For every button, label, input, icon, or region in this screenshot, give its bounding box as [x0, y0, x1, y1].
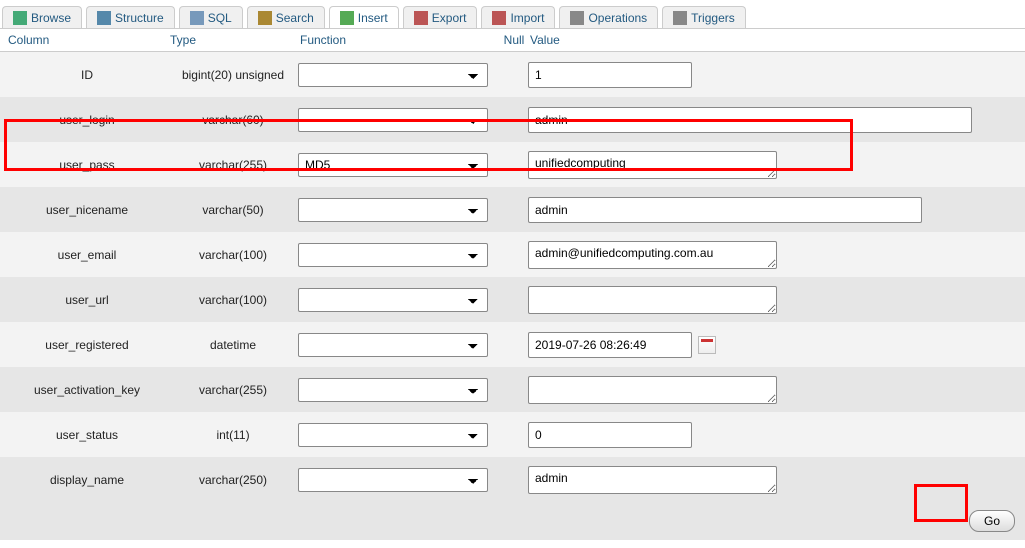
- column-type: varchar(100): [168, 293, 298, 307]
- column-type: varchar(60): [168, 113, 298, 127]
- value-cell: admin@unifiedcomputing.com.au: [528, 241, 1019, 269]
- structure-icon: [97, 11, 111, 25]
- value-input[interactable]: unifiedcomputing: [528, 151, 777, 179]
- value-cell: [528, 422, 1019, 448]
- triggers-icon: [673, 11, 687, 25]
- value-input[interactable]: [528, 62, 692, 88]
- calendar-icon[interactable]: [698, 336, 716, 354]
- tab-label: Import: [510, 11, 544, 25]
- tab-label: Search: [276, 11, 314, 25]
- value-input[interactable]: [528, 286, 777, 314]
- column-type: varchar(255): [168, 383, 298, 397]
- header-type: Type: [170, 33, 300, 47]
- table-row: IDbigint(20) unsigned: [0, 52, 1025, 97]
- tab-operations[interactable]: Operations: [559, 6, 658, 29]
- value-cell: [528, 286, 1019, 314]
- column-name: user_status: [6, 428, 168, 442]
- function-select[interactable]: [298, 423, 488, 447]
- column-name: user_activation_key: [6, 383, 168, 397]
- table-row: user_registereddatetime: [0, 322, 1025, 367]
- tab-insert[interactable]: Insert: [329, 6, 399, 29]
- table-header: Column Type Function Null Value: [0, 29, 1025, 52]
- function-select[interactable]: [298, 288, 488, 312]
- column-name: user_login: [6, 113, 168, 127]
- header-value: Value: [530, 33, 1019, 47]
- table-row: user_passvarchar(255)MD5 unifiedcomputing: [0, 142, 1025, 187]
- export-icon: [414, 11, 428, 25]
- tab-label: Triggers: [691, 11, 735, 25]
- table-row: display_namevarchar(250) admin: [0, 457, 1025, 502]
- column-name: display_name: [6, 473, 168, 487]
- value-input[interactable]: [528, 197, 922, 223]
- column-name: ID: [6, 68, 168, 82]
- table-row: user_loginvarchar(60): [0, 97, 1025, 142]
- form-footer: Go: [0, 502, 1025, 540]
- value-cell: admin: [528, 466, 1019, 494]
- tab-label: Structure: [115, 11, 164, 25]
- tab-label: Insert: [358, 11, 388, 25]
- table-row: user_nicenamevarchar(50): [0, 187, 1025, 232]
- import-icon: [492, 11, 506, 25]
- tab-structure[interactable]: Structure: [86, 6, 175, 29]
- browse-icon: [13, 11, 27, 25]
- table-row: user_statusint(11): [0, 412, 1025, 457]
- header-null: Null: [498, 33, 530, 47]
- function-select[interactable]: [298, 198, 488, 222]
- tabs-bar: Browse Structure SQL Search Insert Export Impo…: [0, 0, 1025, 29]
- table-row: user_emailvarchar(100) admin@unifiedcompu…: [0, 232, 1025, 277]
- column-type: varchar(255): [168, 158, 298, 172]
- value-input[interactable]: [528, 422, 692, 448]
- tab-label: Browse: [31, 11, 71, 25]
- value-cell: [528, 107, 1019, 133]
- insert-icon: [340, 11, 354, 25]
- function-select[interactable]: [298, 333, 488, 357]
- column-name: user_nicename: [6, 203, 168, 217]
- function-select[interactable]: [298, 63, 488, 87]
- tab-label: Operations: [588, 11, 647, 25]
- sql-icon: [190, 11, 204, 25]
- column-type: datetime: [168, 338, 298, 352]
- tab-sql[interactable]: SQL: [179, 6, 243, 29]
- function-select[interactable]: [298, 468, 488, 492]
- column-type: int(11): [168, 428, 298, 442]
- tab-export[interactable]: Export: [403, 6, 478, 29]
- go-button[interactable]: Go: [969, 510, 1015, 532]
- value-cell: unifiedcomputing: [528, 151, 1019, 179]
- value-cell: [528, 62, 1019, 88]
- tab-triggers[interactable]: Triggers: [662, 6, 746, 29]
- tab-label: SQL: [208, 11, 232, 25]
- value-cell: [528, 197, 1019, 223]
- table-row: user_activation_keyvarchar(255): [0, 367, 1025, 412]
- tab-browse[interactable]: Browse: [2, 6, 82, 29]
- function-select[interactable]: MD5: [298, 153, 488, 177]
- value-input[interactable]: [528, 107, 972, 133]
- column-type: bigint(20) unsigned: [168, 68, 298, 82]
- header-column: Column: [6, 33, 170, 47]
- operations-icon: [570, 11, 584, 25]
- column-type: varchar(250): [168, 473, 298, 487]
- header-function: Function: [300, 33, 498, 47]
- value-input[interactable]: [528, 332, 692, 358]
- column-type: varchar(50): [168, 203, 298, 217]
- column-name: user_email: [6, 248, 168, 262]
- column-name: user_url: [6, 293, 168, 307]
- tab-import[interactable]: Import: [481, 6, 555, 29]
- value-input[interactable]: admin: [528, 466, 777, 494]
- column-type: varchar(100): [168, 248, 298, 262]
- function-select[interactable]: [298, 108, 488, 132]
- function-select[interactable]: [298, 243, 488, 267]
- search-icon: [258, 11, 272, 25]
- tab-search[interactable]: Search: [247, 6, 325, 29]
- value-input[interactable]: admin@unifiedcomputing.com.au: [528, 241, 777, 269]
- table-row: user_urlvarchar(100): [0, 277, 1025, 322]
- value-cell: [528, 376, 1019, 404]
- column-name: user_registered: [6, 338, 168, 352]
- tab-label: Export: [432, 11, 467, 25]
- value-input[interactable]: [528, 376, 777, 404]
- column-name: user_pass: [6, 158, 168, 172]
- function-select[interactable]: [298, 378, 488, 402]
- value-cell: [528, 332, 1019, 358]
